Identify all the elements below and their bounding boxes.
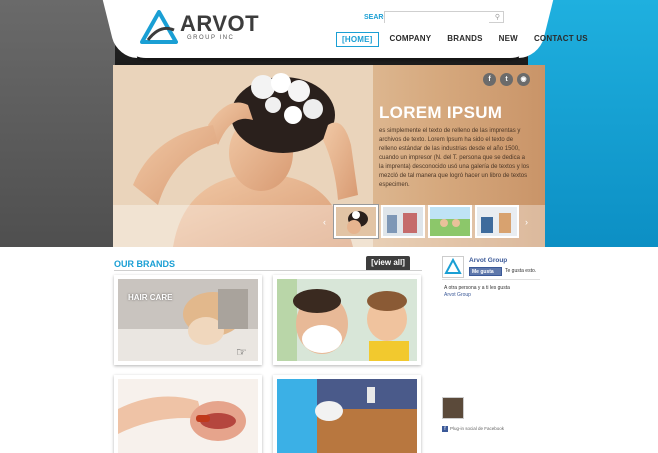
logo-subtitle: GROUP INC bbox=[187, 35, 235, 41]
facebook-like-status: Te gusta esto. bbox=[505, 268, 537, 274]
facebook-small-icon: f bbox=[442, 426, 448, 432]
facebook-divider bbox=[442, 279, 540, 280]
shaving-image bbox=[277, 279, 417, 361]
card-label: HAIR CARE bbox=[128, 293, 173, 302]
facebook-friend-avatar[interactable] bbox=[442, 397, 464, 419]
slide-thumbnail[interactable] bbox=[428, 205, 472, 238]
slide-thumbnail[interactable] bbox=[334, 205, 378, 238]
header-band-left bbox=[0, 0, 115, 247]
facebook-page-name[interactable]: Arvot Group bbox=[469, 257, 507, 264]
nav-brands[interactable]: BRANDS bbox=[442, 32, 487, 47]
logo-text: ARVOT bbox=[180, 11, 260, 36]
facebook-page-link[interactable]: Arvot Group bbox=[444, 292, 471, 298]
next-arrow-icon[interactable]: › bbox=[525, 217, 528, 227]
brand-card-hair-care[interactable]: HAIR CARE ☞ bbox=[114, 275, 262, 365]
pointer-hand-icon: ☞ bbox=[236, 345, 247, 359]
hero-slider: f t ◉ LOREM IPSUM es simplemente el text… bbox=[113, 65, 545, 247]
cleaning-image bbox=[277, 379, 417, 453]
logo[interactable]: ARVOT GROUP INC bbox=[140, 8, 259, 48]
twitter-icon[interactable]: t bbox=[500, 73, 513, 86]
facebook-icon[interactable]: f bbox=[483, 73, 496, 86]
nav-new[interactable]: NEW bbox=[494, 32, 523, 47]
nav-home[interactable]: [HOME] bbox=[336, 32, 379, 47]
search-field[interactable]: ⚲ bbox=[384, 11, 504, 29]
view-all-button[interactable]: [view all] bbox=[366, 256, 410, 270]
section-title: OUR BRANDS bbox=[114, 259, 176, 269]
slide-thumbnail[interactable] bbox=[381, 205, 425, 238]
section-divider bbox=[114, 270, 422, 271]
search-icon[interactable]: ⚲ bbox=[495, 13, 500, 21]
main-nav: [HOME] COMPANY BRANDS NEW CONTACT US bbox=[336, 32, 599, 47]
prev-arrow-icon[interactable]: ‹ bbox=[323, 217, 326, 227]
brand-card-pills[interactable] bbox=[114, 375, 262, 453]
brand-card-shaving[interactable] bbox=[273, 275, 421, 365]
facebook-plugin-text: Plug-in social de Facebook bbox=[450, 426, 505, 432]
hero-title: LOREM IPSUM bbox=[379, 103, 503, 122]
page-logo-icon[interactable] bbox=[442, 256, 464, 278]
pills-image bbox=[118, 379, 258, 453]
facebook-friends-text: A otra persona y a ti les gusta bbox=[444, 285, 510, 291]
logo-triangle-icon bbox=[140, 10, 178, 44]
instagram-icon[interactable]: ◉ bbox=[517, 73, 530, 86]
facebook-like-button[interactable]: Me gusta bbox=[469, 267, 502, 276]
nav-company[interactable]: COMPANY bbox=[385, 32, 437, 47]
hero-description: es simplemente el texto de relleno de la… bbox=[379, 128, 530, 188]
search-input[interactable] bbox=[385, 18, 489, 29]
slide-thumbnail[interactable] bbox=[475, 205, 519, 238]
nav-contact-us[interactable]: CONTACT US bbox=[529, 32, 593, 47]
facebook-plugin-footer[interactable]: f Plug-in social de Facebook bbox=[442, 426, 504, 432]
brand-card-cleaning[interactable] bbox=[273, 375, 421, 453]
